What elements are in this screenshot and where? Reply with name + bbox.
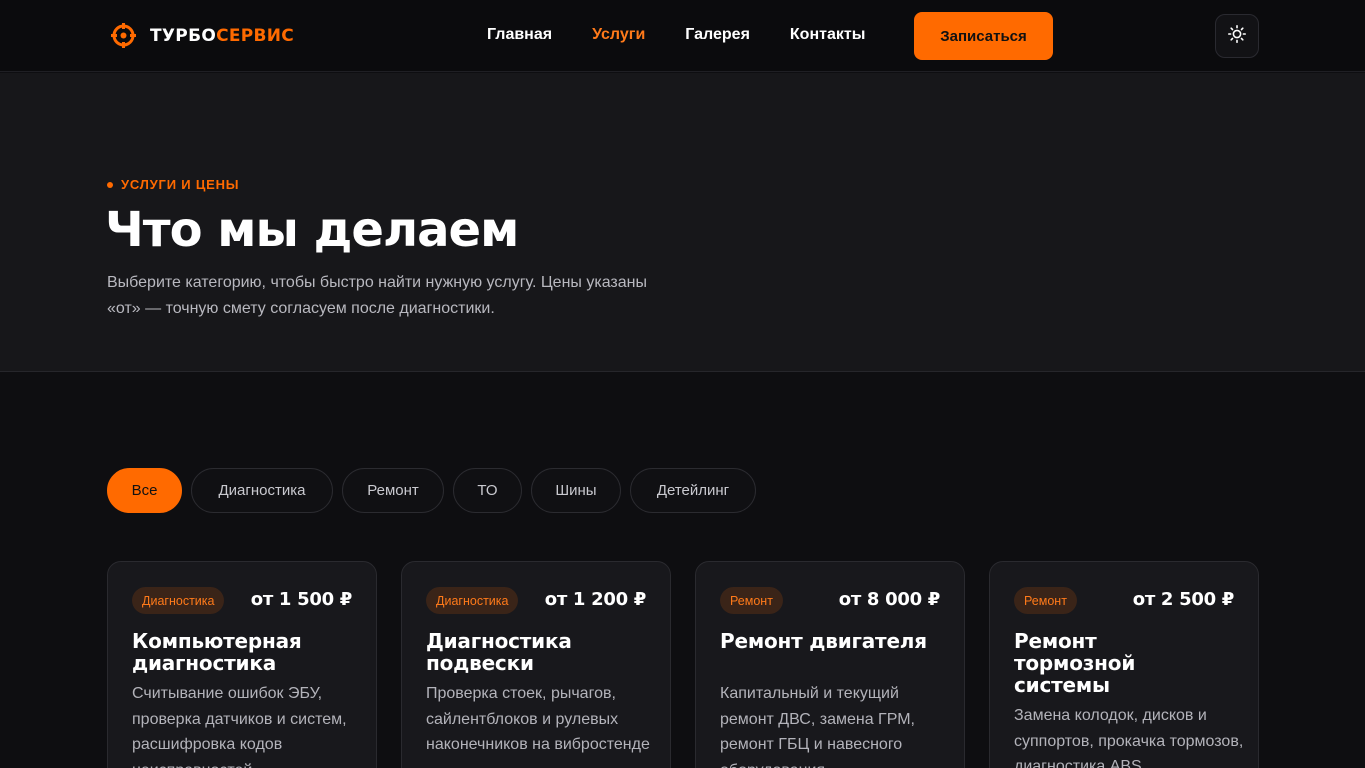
logo[interactable]: ТУРБОСЕРВИС: [111, 23, 294, 48]
logo-text-main: ТУРБО: [150, 25, 217, 46]
service-description: Проверка стоек, рычагов, сайлентблоков и…: [426, 685, 650, 753]
service-description: Считывание ошибок ЭБУ, проверка датчиков…: [132, 685, 347, 768]
filter-chip-detailing[interactable]: Детейлинг: [630, 468, 756, 513]
filter-chip-repair[interactable]: Ремонт: [342, 468, 444, 513]
theme-toggle-button[interactable]: [1215, 14, 1259, 58]
section-eyebrow: УСЛУГИ И ЦЕНЫ: [107, 177, 239, 192]
service-card[interactable]: Ремонт от 2 500 ₽ Ремонт тормозной систе…: [989, 561, 1259, 768]
service-price: от 8 000 ₽: [838, 589, 941, 610]
service-title: Ремонт двигателя: [720, 629, 927, 653]
book-button[interactable]: Записаться: [914, 12, 1053, 60]
filter-chip-tires[interactable]: Шины: [531, 468, 621, 513]
sun-icon: [1228, 24, 1247, 48]
eyebrow-label: УСЛУГИ И ЦЕНЫ: [121, 177, 240, 192]
eyebrow-dot-icon: [107, 181, 113, 188]
service-price: от 2 500 ₽: [1132, 589, 1235, 610]
page-description: Выберите категорию, чтобы быстро найти н…: [107, 274, 647, 317]
category-badge: Ремонт: [720, 587, 783, 614]
category-badge: Ремонт: [1014, 587, 1077, 614]
service-card[interactable]: Ремонт от 8 000 ₽ Ремонт двигателя Капит…: [695, 561, 965, 768]
nav-link-home[interactable]: Главная: [487, 26, 552, 44]
filter-chip-diagnostics[interactable]: Диагностика: [191, 468, 333, 513]
nav-link-gallery[interactable]: Галерея: [685, 26, 750, 44]
category-filters: Все Диагностика Ремонт ТО Шины Детейлинг: [107, 468, 756, 513]
nav-link-services[interactable]: Услуги: [592, 26, 645, 44]
main-nav: Главная Услуги Галерея Контакты: [487, 26, 865, 44]
service-price: от 1 200 ₽: [544, 589, 647, 610]
filter-chip-all[interactable]: Все: [107, 468, 182, 513]
service-card[interactable]: Диагностика от 1 500 ₽ Компьютерная диаг…: [107, 561, 377, 768]
service-card[interactable]: Диагностика от 1 200 ₽ Диагностика подве…: [401, 561, 671, 768]
service-title: Диагностика подвески: [426, 629, 572, 675]
service-title: Ремонт тормозной системы: [1014, 629, 1136, 697]
site-header: ТУРБОСЕРВИС Главная Услуги Галерея Конта…: [0, 0, 1365, 72]
service-price: от 1 500 ₽: [250, 589, 353, 610]
nav-link-contacts[interactable]: Контакты: [790, 26, 865, 44]
logo-text-accent: СЕРВИС: [216, 25, 295, 46]
service-title: Компьютерная диагностика: [132, 629, 302, 675]
logo-text: ТУРБОСЕРВИС: [150, 26, 294, 46]
page-title: Что мы делаем: [105, 202, 519, 258]
hero-section: УСЛУГИ И ЦЕНЫ Что мы делаем Выберите кат…: [0, 73, 1365, 372]
service-description: Капитальный и текущий ремонт ДВС, замена…: [720, 685, 915, 768]
target-logo-icon: [111, 23, 136, 48]
filter-chip-maintenance[interactable]: ТО: [453, 468, 522, 513]
category-badge: Диагностика: [132, 587, 225, 614]
category-badge: Диагностика: [426, 587, 519, 614]
service-description: Замена колодок, дисков и суппортов, прок…: [1014, 707, 1244, 768]
